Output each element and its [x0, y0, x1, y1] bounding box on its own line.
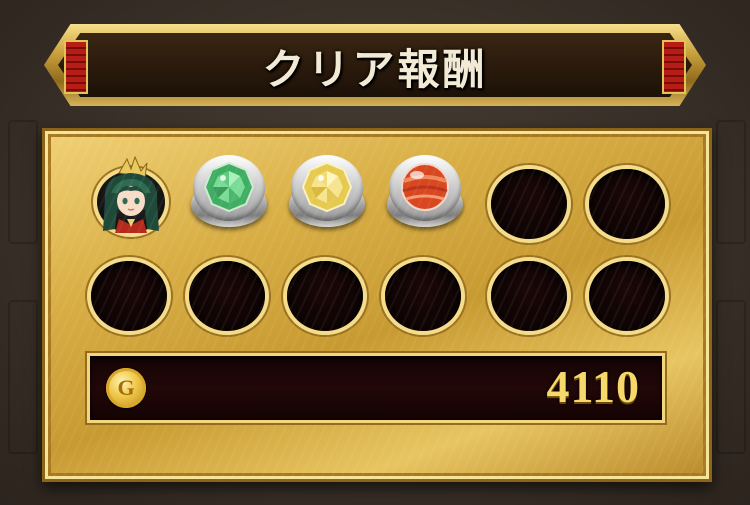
- reward-item-character[interactable]: [91, 151, 171, 233]
- green-gem-icon: [203, 161, 255, 213]
- wall-carving: [8, 120, 38, 244]
- title-banner: クリア報酬: [44, 24, 706, 106]
- wall-carving: [8, 300, 38, 454]
- reward-item-green-gem[interactable]: [189, 151, 269, 231]
- yellow-gem-icon: [301, 161, 353, 213]
- character-portrait-icon: [97, 155, 165, 233]
- empty-reward-slot: [589, 261, 665, 331]
- page-title: クリア報酬: [262, 45, 488, 94]
- wall-carving: [716, 120, 746, 244]
- reward-item-yellow-gem[interactable]: [287, 151, 367, 231]
- empty-reward-slot: [589, 169, 665, 239]
- empty-reward-slot: [491, 169, 567, 239]
- coin-amount: 4110: [546, 361, 640, 412]
- reward-item-orange-orb[interactable]: [385, 151, 465, 231]
- empty-reward-slot: [287, 261, 363, 331]
- orange-orb-icon: [401, 163, 449, 211]
- empty-reward-slot: [189, 261, 265, 331]
- reward-panel: [42, 128, 712, 482]
- wall-carving: [716, 300, 746, 454]
- empty-reward-slot: [491, 261, 567, 331]
- empty-reward-slot: [91, 261, 167, 331]
- empty-reward-slot: [385, 261, 461, 331]
- gold-coin-icon: G: [106, 368, 146, 408]
- coin-reward-bar: G 4110: [90, 356, 662, 420]
